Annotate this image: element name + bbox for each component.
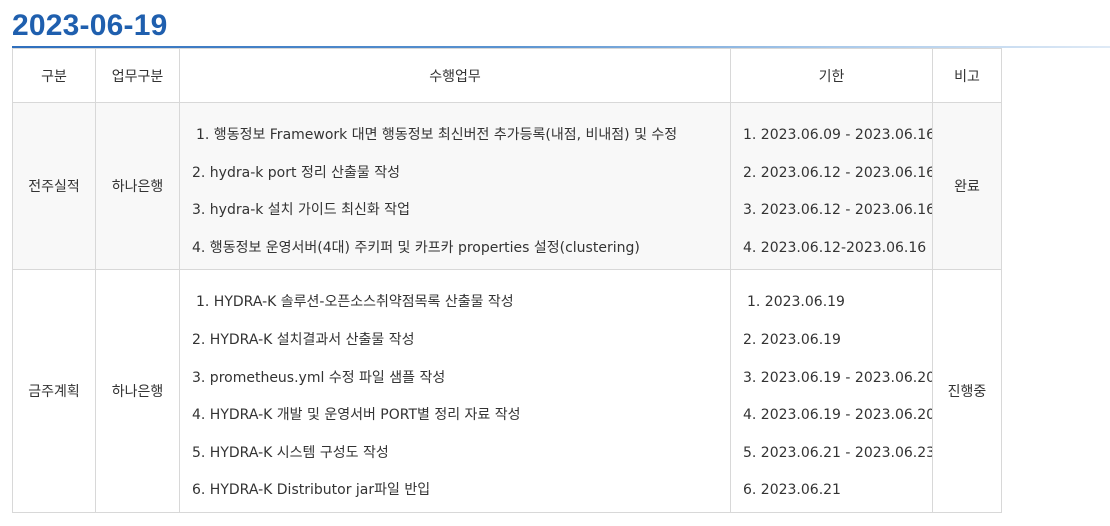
deadline-list: 1. 2023.06.19 2. 2023.06.19 3. 2023.06.1… (731, 270, 932, 512)
task-list: 1. 행동정보 Framework 대면 행동정보 최신버전 추가등록(내점, … (180, 103, 730, 269)
task-item: 3. hydra-k 설치 가이드 최신화 작업 (192, 202, 410, 219)
note-cell: 진행중 (932, 269, 1002, 513)
task-item: 2. hydra-k port 정리 산출물 작성 (192, 164, 401, 181)
deadline-cell: 1. 2023.06.09 - 2023.06.16 2. 2023.06.12… (730, 101, 933, 271)
deadline-item: 3. 2023.06.12 - 2023.06.16 (743, 202, 932, 219)
task-item: 4. 행동정보 운영서버(4대) 주키퍼 및 카프카 properties 설정… (192, 239, 640, 256)
header-tasks: 수행업무 (179, 48, 731, 103)
header-category: 구분 (12, 48, 96, 103)
header-row: 구분 업무구분 수행업무 기한 비고 (12, 48, 1002, 103)
work-type-cell: 하나은행 (95, 269, 180, 513)
deadline-item: 2. 2023.06.12 - 2023.06.16 (743, 164, 932, 181)
deadline-item: 3. 2023.06.19 - 2023.06.20 (743, 369, 932, 386)
category-cell: 금주계획 (12, 269, 96, 513)
task-item: 5. HYDRA-K 시스템 구성도 작성 (192, 444, 389, 461)
deadline-list: 1. 2023.06.09 - 2023.06.16 2. 2023.06.12… (731, 103, 932, 269)
note-cell: 완료 (932, 101, 1002, 271)
category-cell: 전주실적 (12, 101, 96, 271)
header-note: 비고 (932, 48, 1002, 103)
deadline-item: 4. 2023.06.19 - 2023.06.20 (743, 407, 932, 424)
task-list: 1. HYDRA-K 솔루션-오픈소스취약점목록 산출물 작성 2. HYDRA… (180, 270, 730, 512)
deadline-cell: 1. 2023.06.19 2. 2023.06.19 3. 2023.06.1… (730, 269, 933, 513)
deadline-item: 5. 2023.06.21 - 2023.06.23 (743, 444, 932, 461)
task-item: 6. HYDRA-K Distributor jar파일 반입 (192, 482, 431, 499)
deadline-item: 2. 2023.06.19 (743, 331, 841, 348)
task-item: 1. 행동정보 Framework 대면 행동정보 최신버전 추가등록(내점, … (196, 127, 678, 143)
deadline-item: 4. 2023.06.12-2023.06.16 (743, 239, 927, 256)
section-row-last-week: 전주실적 하나은행 1. 행동정보 Framework 대면 행동정보 최신버전… (12, 101, 1002, 271)
deadline-item: 1. 2023.06.19 (747, 294, 845, 311)
deadline-item: 6. 2023.06.21 (743, 482, 841, 499)
tasks-cell: 1. HYDRA-K 솔루션-오픈소스취약점목록 산출물 작성 2. HYDRA… (179, 269, 731, 513)
task-item: 3. prometheus.yml 수정 파일 샘플 작성 (192, 369, 446, 386)
header-deadline: 기한 (730, 48, 933, 103)
header-work-type: 업무구분 (95, 48, 180, 103)
weekly-report-table: 구분 업무구분 수행업무 기한 비고 전주실적 하나은행 1. 행동정보 Fra… (12, 48, 1002, 513)
task-item: 4. HYDRA-K 개발 및 운영서버 PORT별 정리 자료 작성 (192, 407, 521, 424)
tasks-cell: 1. 행동정보 Framework 대면 행동정보 최신버전 추가등록(내점, … (179, 101, 731, 271)
deadline-item: 1. 2023.06.09 - 2023.06.16 (743, 127, 932, 143)
section-row-this-week: 금주계획 하나은행 1. HYDRA-K 솔루션-오픈소스취약점목록 산출물 작… (12, 269, 1002, 513)
task-item: 1. HYDRA-K 솔루션-오픈소스취약점목록 산출물 작성 (196, 294, 514, 311)
work-type-cell: 하나은행 (95, 101, 180, 271)
task-item: 2. HYDRA-K 설치결과서 산출물 작성 (192, 331, 415, 348)
page-title: 2023-06-19 (12, 9, 168, 42)
report-page: 2023-06-19 구분 업무구분 수행업무 기한 비고 전주실적 하나은행 (0, 0, 1110, 526)
